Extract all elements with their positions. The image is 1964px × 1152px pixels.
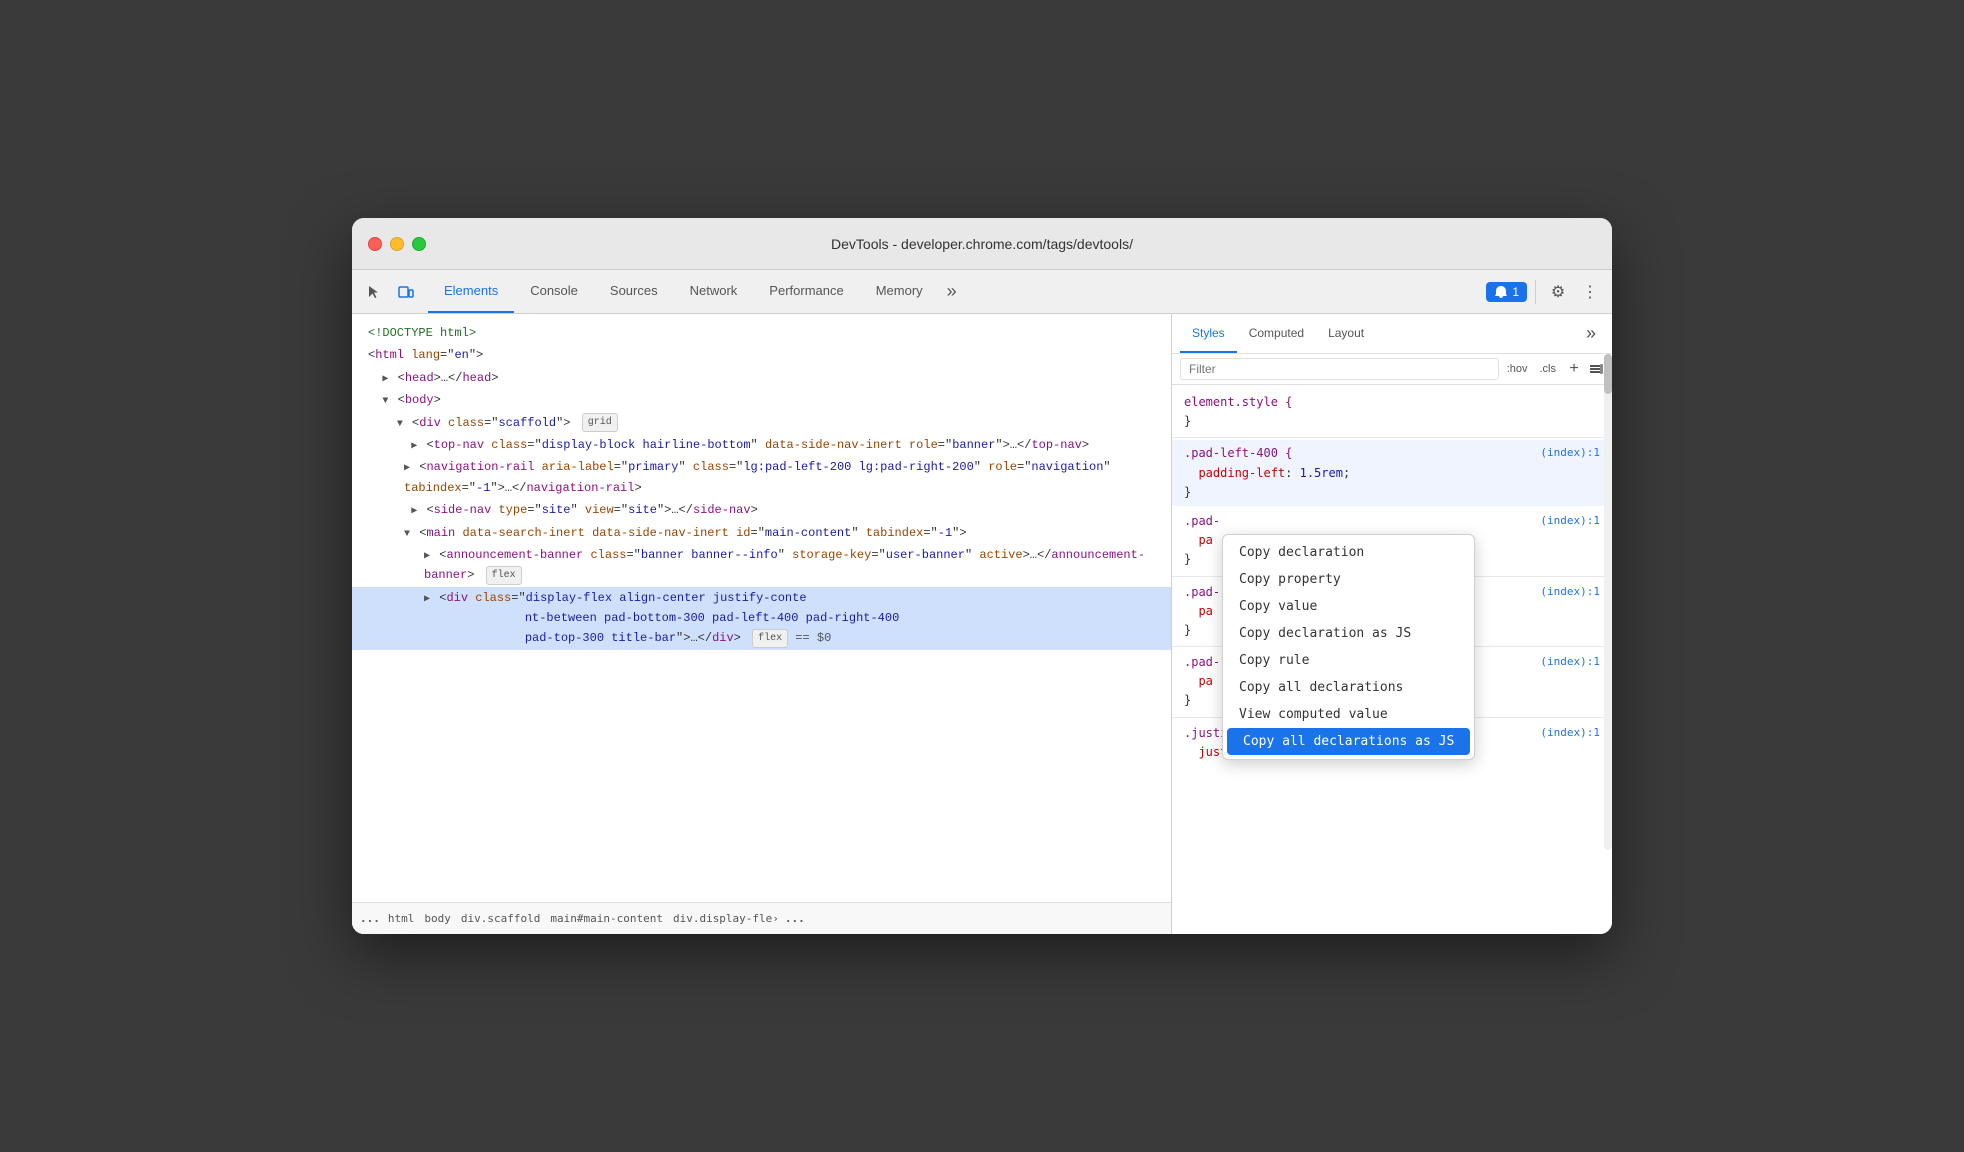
ctx-copy-property[interactable]: Copy property xyxy=(1223,566,1474,593)
breadcrumb-main[interactable]: main#main-content xyxy=(546,910,667,927)
dom-panel: <!DOCTYPE html> <html lang="en"> ▶ <head… xyxy=(352,314,1172,934)
notification-badge[interactable]: 1 xyxy=(1486,282,1527,302)
devtools-right-icons: 1 ⚙ ⋮ xyxy=(1486,278,1604,306)
breadcrumb-dots-right: ... xyxy=(785,912,805,925)
ctx-copy-all-declarations-js[interactable]: Copy all declarations as JS xyxy=(1227,728,1470,755)
dom-line-doctype[interactable]: <!DOCTYPE html> xyxy=(352,322,1171,344)
dom-line-banner[interactable]: ▶ <announcement-banner class="banner ban… xyxy=(352,544,1171,587)
ctx-copy-declaration-js[interactable]: Copy declaration as JS xyxy=(1223,620,1474,647)
breadcrumb-html[interactable]: html xyxy=(384,910,419,927)
cursor-icon[interactable] xyxy=(360,278,388,306)
breadcrumb-body[interactable]: body xyxy=(420,910,455,927)
flex-badge-2[interactable]: flex xyxy=(752,629,788,648)
styles-tab-more[interactable]: » xyxy=(1578,314,1604,353)
ctx-copy-declaration[interactable]: Copy declaration xyxy=(1223,539,1474,566)
rule-source-5[interactable]: (index):1 xyxy=(1540,724,1600,742)
dom-line-topnav[interactable]: ▶ <top-nav class="display-block hairline… xyxy=(352,434,1171,456)
tab-elements[interactable]: Elements xyxy=(428,270,514,313)
close-button[interactable] xyxy=(368,237,382,251)
dom-line-body[interactable]: ▼ <body> xyxy=(352,389,1171,411)
styles-filter-input[interactable] xyxy=(1180,358,1499,380)
context-menu: Copy declaration Copy property Copy valu… xyxy=(1222,534,1475,760)
rule-source-2[interactable]: (index):1 xyxy=(1540,512,1600,530)
styles-scrollbar[interactable] xyxy=(1604,354,1612,850)
breadcrumb-div[interactable]: div.display-fle› xyxy=(669,910,783,927)
style-rule-element: element.style { } xyxy=(1172,389,1612,435)
styles-content: element.style { } .pad-left-400 { (index… xyxy=(1172,385,1612,934)
style-rule-pad-left-400: .pad-left-400 { (index):1 padding-left: … xyxy=(1172,440,1612,506)
devtools-content: <!DOCTYPE html> <html lang="en"> ▶ <head… xyxy=(352,314,1612,934)
flex-badge[interactable]: flex xyxy=(486,566,522,585)
tab-more-button[interactable]: » xyxy=(939,270,965,313)
layers-icon[interactable] xyxy=(1588,361,1604,377)
styles-panel: Styles Computed Layout » :hov .cls + xyxy=(1172,314,1612,934)
devtools-window: DevTools - developer.chrome.com/tags/dev… xyxy=(352,218,1612,934)
tab-network[interactable]: Network xyxy=(674,270,754,313)
title-bar: DevTools - developer.chrome.com/tags/dev… xyxy=(352,218,1612,270)
breadcrumb-bar: ... html body div.scaffold main#main-con… xyxy=(352,902,1171,934)
settings-button[interactable]: ⚙ xyxy=(1544,278,1572,306)
dom-line-scaffold[interactable]: ▼ <div class="scaffold"> grid xyxy=(352,412,1171,434)
tab-sources[interactable]: Sources xyxy=(594,270,674,313)
dom-tree[interactable]: <!DOCTYPE html> <html lang="en"> ▶ <head… xyxy=(352,314,1171,902)
cls-toggle[interactable]: .cls xyxy=(1536,361,1561,377)
tab-styles[interactable]: Styles xyxy=(1180,314,1237,353)
hov-toggle[interactable]: :hov xyxy=(1503,361,1532,377)
breadcrumb-scaffold[interactable]: div.scaffold xyxy=(457,910,544,927)
maximize-button[interactable] xyxy=(412,237,426,251)
tab-console[interactable]: Console xyxy=(514,270,594,313)
styles-filter-bar: :hov .cls + xyxy=(1172,354,1612,385)
rule-source-4[interactable]: (index):1 xyxy=(1540,653,1600,671)
add-style-rule[interactable]: + xyxy=(1564,359,1584,379)
dom-line-main[interactable]: ▼ <main data-search-inert data-side-nav-… xyxy=(352,522,1171,544)
styles-tabs: Styles Computed Layout » xyxy=(1172,314,1612,354)
tab-computed[interactable]: Computed xyxy=(1237,314,1316,353)
style-divider xyxy=(1172,437,1612,438)
rule-source-1[interactable]: (index):1 xyxy=(1540,444,1600,462)
more-options-button[interactable]: ⋮ xyxy=(1576,278,1604,306)
ctx-copy-all-declarations[interactable]: Copy all declarations xyxy=(1223,674,1474,701)
dom-line-html[interactable]: <html lang="en"> xyxy=(352,344,1171,366)
device-toggle-icon[interactable] xyxy=(392,278,420,306)
separator xyxy=(1535,280,1536,304)
tab-layout[interactable]: Layout xyxy=(1316,314,1376,353)
ctx-copy-value[interactable]: Copy value xyxy=(1223,593,1474,620)
breadcrumb-dots-left: ... xyxy=(360,912,380,925)
dom-line-sidenav[interactable]: ▶ <side-nav type="site" view="site">…</s… xyxy=(352,499,1171,521)
grid-badge[interactable]: grid xyxy=(582,413,618,432)
dom-line-head[interactable]: ▶ <head>…</head> xyxy=(352,367,1171,389)
scrollbar-thumb[interactable] xyxy=(1604,354,1612,394)
dom-line-navrail[interactable]: ▶ <navigation-rail aria-label="primary" … xyxy=(352,456,1171,499)
tab-memory[interactable]: Memory xyxy=(860,270,939,313)
dom-line-div-selected[interactable]: ▶ <div class="display-flex align-center … xyxy=(352,587,1171,650)
toolbar-icons xyxy=(360,278,420,306)
rule-source-3[interactable]: (index):1 xyxy=(1540,583,1600,601)
devtools-tab-bar: Elements Console Sources Network Perform… xyxy=(352,270,1612,314)
ctx-copy-rule[interactable]: Copy rule xyxy=(1223,647,1474,674)
ctx-view-computed[interactable]: View computed value xyxy=(1223,701,1474,728)
window-title: DevTools - developer.chrome.com/tags/dev… xyxy=(831,236,1133,252)
tab-list: Elements Console Sources Network Perform… xyxy=(428,270,1486,313)
minimize-button[interactable] xyxy=(390,237,404,251)
tab-performance[interactable]: Performance xyxy=(753,270,859,313)
traffic-lights xyxy=(368,237,426,251)
